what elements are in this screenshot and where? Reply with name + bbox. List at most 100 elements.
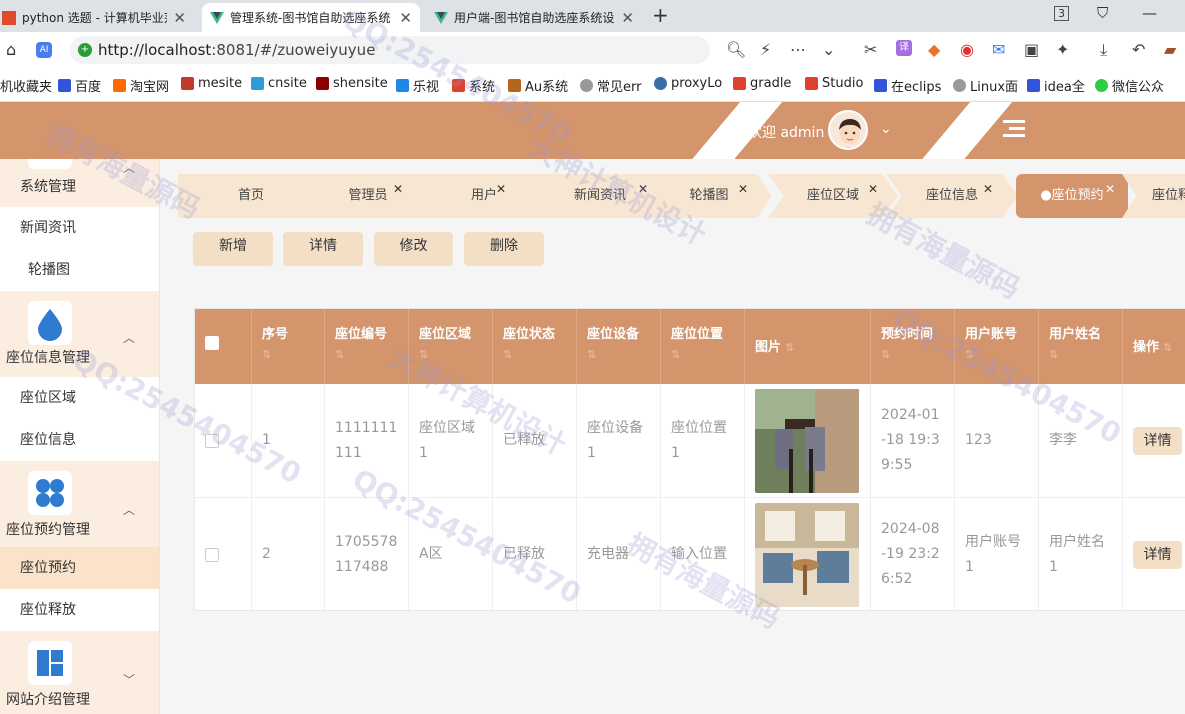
sort-icon[interactable]: ⇅ — [587, 348, 660, 361]
zoom-icon[interactable]: 🔍︎ — [726, 40, 746, 59]
sort-icon[interactable]: ⇅ — [1163, 341, 1172, 354]
sidebar-item-news[interactable]: 新闻资讯 — [0, 207, 159, 249]
sort-icon[interactable]: ⇅ — [503, 348, 576, 361]
home-icon[interactable]: ⌂ — [6, 40, 16, 59]
bookmark[interactable]: gradle — [733, 76, 791, 91]
bookmark[interactable]: shensite — [316, 76, 388, 91]
edit-button[interactable]: 修改 — [374, 232, 453, 266]
extensions-icon[interactable]: ✦ — [1056, 40, 1069, 59]
close-icon[interactable]: ✕ — [496, 182, 506, 196]
browser-tab[interactable]: python 选题 - 计算机毕业范例 ✕ — [0, 3, 194, 32]
sidebar-group-seat-booking[interactable]: 座位预约管理 ︿ — [0, 461, 159, 547]
sort-icon[interactable]: ⇅ — [785, 341, 794, 354]
tag-seat-release[interactable]: 座位释 — [1122, 174, 1185, 218]
tag-user[interactable]: 用户 — [414, 174, 554, 218]
sidebar-item-seat-release[interactable]: 座位释放 — [0, 589, 159, 631]
close-tab-icon[interactable]: ✕ — [173, 9, 186, 27]
row-detail-button[interactable]: 详情 — [1133, 540, 1182, 569]
shirt-icon[interactable]: ⛉ — [1097, 4, 1108, 22]
bookmark[interactable]: 乐视 — [396, 76, 439, 95]
sidebar-group-system[interactable]: 系统管理 ︿ — [0, 159, 159, 207]
chevron-down-icon[interactable]: ⌄ — [822, 40, 835, 59]
weibo-icon[interactable]: ◉ — [960, 40, 974, 59]
fox-icon[interactable]: ◆ — [928, 40, 940, 59]
close-tab-icon[interactable]: ✕ — [399, 9, 412, 27]
scissors-icon[interactable]: ✂ — [864, 40, 877, 59]
undo-icon[interactable]: ↶ — [1132, 40, 1145, 59]
column-header[interactable]: 座位位置 ⇅ — [661, 309, 745, 384]
column-header[interactable]: 座位状态 ⇅ — [493, 309, 577, 384]
close-icon[interactable]: ✕ — [638, 182, 648, 196]
seat-image[interactable] — [755, 502, 859, 607]
sidebar-group-site-intro[interactable]: 网站介绍管理 ﹀ — [0, 631, 159, 714]
row-checkbox[interactable] — [205, 547, 219, 562]
sort-icon[interactable]: ⇅ — [335, 348, 408, 361]
detail-button[interactable]: 详情 — [283, 232, 363, 266]
bookmark[interactable]: cnsite — [251, 76, 307, 91]
avatar[interactable] — [828, 110, 868, 150]
row-detail-button[interactable]: 详情 — [1133, 426, 1182, 455]
column-header[interactable]: 座位编号 ⇅ — [325, 309, 409, 384]
bookmark[interactable]: 机收藏夹 — [0, 76, 52, 95]
sort-icon[interactable]: ⇅ — [419, 348, 492, 361]
close-icon[interactable]: ✕ — [983, 182, 993, 196]
close-icon[interactable]: ✕ — [738, 182, 748, 196]
sidebar-item-seat-info[interactable]: 座位信息 — [0, 419, 159, 461]
column-header[interactable]: 操作 ⇅ — [1123, 309, 1185, 384]
bookmark[interactable]: Linux面 — [953, 76, 1018, 95]
close-icon[interactable]: ✕ — [1105, 182, 1115, 196]
chevron-down-icon[interactable]: ⌄ — [880, 121, 892, 137]
tag-seat-booking[interactable]: ●座位预约 — [1016, 174, 1128, 218]
delete-button[interactable]: 删除 — [464, 232, 544, 266]
download-icon[interactable]: ⤓ — [1100, 40, 1107, 60]
close-icon[interactable]: ✕ — [868, 182, 878, 196]
column-header[interactable]: 用户账号 ⇅ — [955, 309, 1039, 384]
url-input[interactable]: + http://localhost :8081/#/zuoweiyuyue — [70, 36, 710, 64]
translate-icon[interactable]: 译 — [896, 40, 912, 56]
more-icon[interactable]: ⋯ — [790, 40, 806, 59]
column-header[interactable]: 用户姓名 ⇅ — [1039, 309, 1123, 384]
ai-icon[interactable]: AI — [36, 42, 52, 58]
tab-count-icon[interactable]: 3 — [1054, 6, 1069, 21]
bookmark[interactable]: 淘宝网 — [113, 76, 169, 95]
bag-icon[interactable]: ▰ — [1164, 40, 1176, 59]
tag-news[interactable]: 新闻资讯 — [530, 174, 670, 218]
sort-icon[interactable]: ⇅ — [881, 348, 954, 361]
menu-toggle-icon[interactable] — [1003, 118, 1025, 138]
tag-seat-info[interactable]: 座位信息 — [886, 174, 1018, 218]
row-checkbox[interactable] — [205, 433, 219, 448]
sidebar-group-seat-info[interactable]: 座位信息管理 ︿ — [0, 291, 159, 377]
browser-tab[interactable]: 用户端-图书馆自助选座系统设 ✕ — [426, 3, 642, 32]
select-all-checkbox[interactable] — [205, 336, 219, 350]
mail-icon[interactable]: ✉ — [992, 40, 1005, 59]
seat-image[interactable] — [755, 388, 859, 493]
close-tab-icon[interactable]: ✕ — [621, 9, 634, 27]
bookmark[interactable]: Au系统 — [508, 76, 568, 95]
sort-icon[interactable]: ⇅ — [262, 348, 324, 361]
bookmark[interactable]: 在eclips — [874, 76, 941, 95]
minimize-icon[interactable]: — — [1142, 4, 1157, 22]
tag-carousel[interactable]: 轮播图 — [646, 174, 772, 218]
new-tab-icon[interactable]: + — [652, 3, 669, 27]
column-header[interactable]: 座位设备 ⇅ — [577, 309, 661, 384]
sidebar-item-carousel[interactable]: 轮播图 — [0, 249, 159, 291]
column-header[interactable]: 预约时间 ⇅ — [871, 309, 955, 384]
sort-icon[interactable]: ⇅ — [671, 348, 744, 361]
bookmark[interactable]: 常见err — [580, 76, 641, 95]
bookmark[interactable]: proxyLo — [654, 76, 722, 91]
tag-home[interactable]: 首页 — [178, 174, 324, 218]
bookmark[interactable]: idea全 — [1027, 76, 1085, 95]
sidebar-item-seat-area[interactable]: 座位区域 — [0, 377, 159, 419]
sort-icon[interactable]: ⇅ — [965, 348, 1038, 361]
bookmark[interactable]: 百度 — [58, 76, 101, 95]
bookmark[interactable]: 微信公众 — [1095, 76, 1164, 95]
sidebar-item-seat-booking[interactable]: 座位预约 — [0, 547, 159, 589]
column-header[interactable]: 座位区域 ⇅ — [409, 309, 493, 384]
bookmark[interactable]: mesite — [181, 76, 242, 91]
column-header[interactable]: 序号 ⇅ — [252, 309, 325, 384]
bookmark[interactable]: Studio — [805, 76, 863, 91]
close-icon[interactable]: ✕ — [393, 182, 403, 196]
lightning-icon[interactable]: ⚡︎ — [760, 40, 771, 59]
add-button[interactable]: 新增 — [193, 232, 273, 266]
tag-seat-area[interactable]: 座位区域 — [768, 174, 898, 218]
